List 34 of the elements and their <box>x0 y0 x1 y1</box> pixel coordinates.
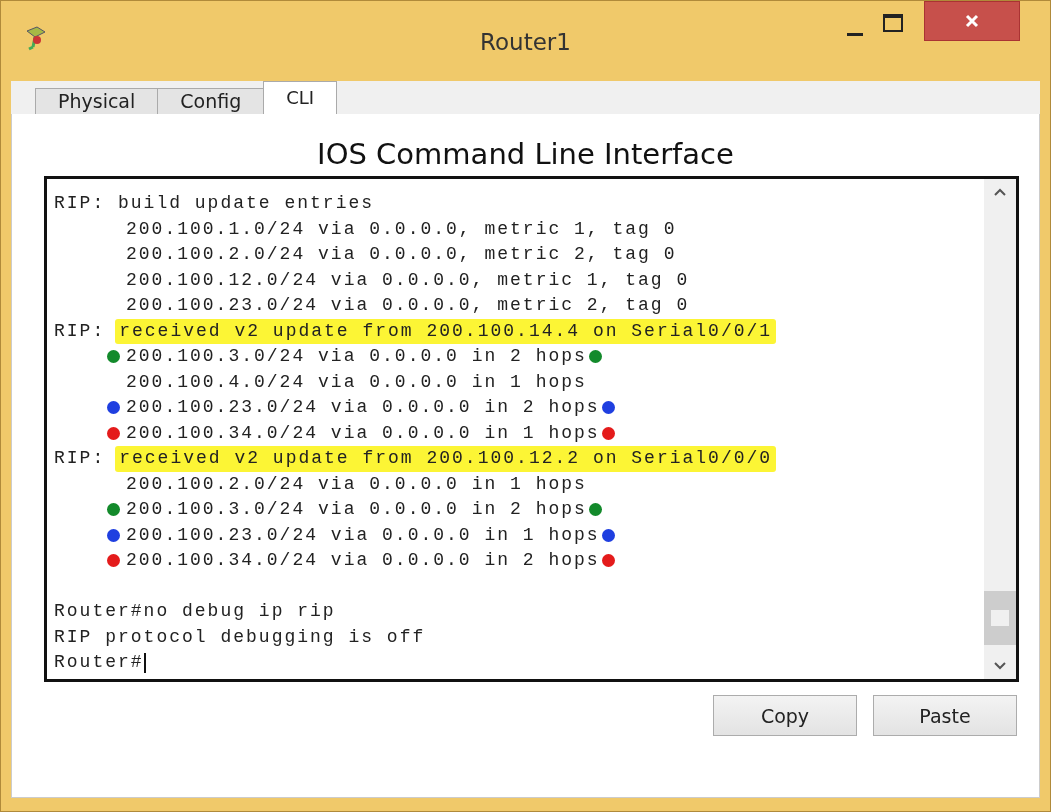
console-line: 200.100.4.0/24 via 0.0.0.0 in 1 hops <box>126 370 587 394</box>
console-line: 200.100.3.0/24 via 0.0.0.0 in 2 hops <box>126 345 587 368</box>
tab[interactable]: Config <box>157 88 265 114</box>
console-line: 200.100.23.0/24 via 0.0.0.0 in 1 hops <box>126 523 600 547</box>
tab[interactable]: Physical <box>35 88 159 114</box>
scroll-down-icon[interactable] <box>993 661 1007 671</box>
console-line: 200.100.34.0/24 via 0.0.0.0 in 2 hops <box>126 549 600 572</box>
action-button[interactable]: Copy <box>713 695 857 736</box>
scroll-thumb[interactable] <box>984 591 1016 645</box>
console-line: 200.100.3.0/24 via 0.0.0.0 in 2 hops <box>126 498 587 521</box>
console-line: RIP protocol debugging is off <box>54 625 426 649</box>
console-prefix: RIP: <box>54 447 106 470</box>
console-prefix: RIP: <box>54 319 106 343</box>
console-line: RIP: build update entries <box>54 192 375 215</box>
console-prompt: Router# <box>54 651 144 674</box>
close-icon[interactable] <box>964 13 980 29</box>
highlighted-text: received v2 update from 200.100.12.2 on Serial0/0/0 <box>115 446 777 472</box>
console-line: 200.100.34.0/24 via 0.0.0.0 in 1 hops <box>126 421 600 445</box>
tab[interactable]: CLI <box>263 81 338 114</box>
console-line: 200.100.12.0/24 via 0.0.0.0, metric 1, tag 0 <box>126 268 690 292</box>
scroll-up-icon[interactable] <box>993 187 1007 197</box>
console-line: Router#no debug ip rip <box>54 600 336 623</box>
highlighted-text: received v2 update from 200.100.14.4 on Serial0/0/1 <box>115 318 777 344</box>
window-title: Router1 <box>480 29 571 55</box>
console-line: 200.100.23.0/24 via 0.0.0.0, metric 2, tag 0 <box>126 294 690 317</box>
close-button[interactable] <box>924 1 1020 41</box>
text-cursor <box>143 652 146 673</box>
console-line: 200.100.23.0/24 via 0.0.0.0 in 2 hops <box>126 396 600 419</box>
scrollbar[interactable] <box>984 179 1016 679</box>
console-line: 200.100.2.0/24 via 0.0.0.0, metric 2, tag 0 <box>126 243 677 266</box>
action-button[interactable]: Paste <box>873 695 1017 736</box>
panel-heading: IOS Command Line Interface <box>317 136 734 172</box>
console-line: 200.100.1.0/24 via 0.0.0.0, metric 1, tag 0 <box>126 217 677 241</box>
console-line: 200.100.2.0/24 via 0.0.0.0 in 1 hops <box>126 472 587 496</box>
